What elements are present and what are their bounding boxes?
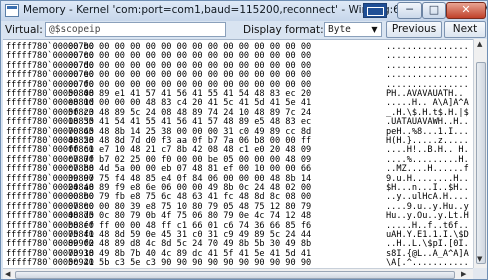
horizontal-scrollbar[interactable]: ◀ ▶ — [3, 268, 473, 279]
scroll-right-icon[interactable]: ▶ — [461, 270, 466, 278]
display-format-select[interactable]: Byte ▼ — [324, 22, 382, 37]
virtual-address-input[interactable]: @$scopeip — [45, 22, 226, 37]
memory-ascii: \A[.^........... — [386, 258, 469, 269]
title-bar[interactable]: Memory - Kernel 'com:port=com1,baud=1152… — [1, 1, 487, 21]
display-format-value: Byte — [328, 24, 351, 35]
minimize-icon: ─ — [406, 3, 413, 16]
scroll-up-icon[interactable]: ▲ — [477, 40, 482, 48]
vertical-scrollbar[interactable]: ▲ ▼ — [473, 39, 487, 268]
memory-dump-pane[interactable]: fffff780`000007b0 00 00 00 00 00 00 00 00… — [3, 39, 473, 269]
next-button[interactable]: Next — [444, 21, 486, 38]
maximize-icon: □ — [428, 3, 440, 16]
scroll-left-icon[interactable]: ◀ — [5, 270, 10, 278]
scroll-down-icon[interactable]: ▼ — [477, 255, 482, 263]
previous-button[interactable]: Previous — [386, 21, 442, 38]
close-button[interactable]: ✕ — [446, 2, 486, 19]
display-format-label: Display format: — [243, 24, 324, 36]
minimize-button[interactable]: ─ — [397, 2, 422, 19]
virtual-label: Virtual: — [5, 24, 43, 36]
memory-window: Memory - Kernel 'com:port=com1,baud=1152… — [0, 0, 488, 280]
window-layout-icon[interactable] — [363, 3, 387, 18]
horizontal-scroll-thumb[interactable] — [15, 271, 455, 279]
close-icon: ✕ — [461, 3, 471, 16]
size-grip[interactable] — [473, 268, 487, 279]
vertical-scroll-thumb[interactable] — [476, 62, 486, 264]
maximize-button[interactable]: □ — [422, 2, 446, 19]
memory-bytes[interactable]: 5c 41 5b c3 5e c3 90 90 90 90 90 90 90 9… — [68, 258, 311, 268]
memory-window-icon — [5, 4, 19, 17]
chevron-down-icon: ▼ — [371, 25, 378, 34]
memory-toolbar: Virtual: @$scopeip Display format: Byte … — [1, 21, 487, 39]
